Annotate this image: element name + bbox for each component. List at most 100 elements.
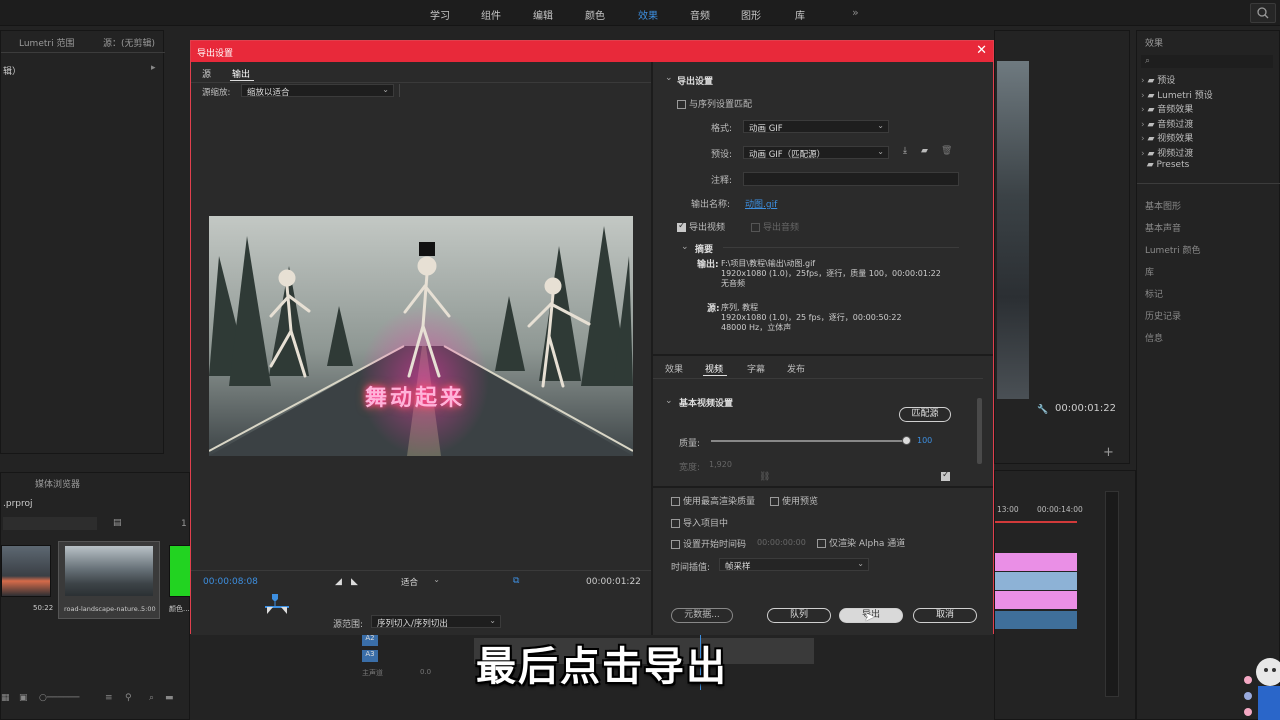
workspace-tab-effects[interactable]: 效果 bbox=[638, 7, 658, 22]
mouse-cursor-icon: ➤ bbox=[864, 610, 875, 625]
video-clip[interactable] bbox=[995, 553, 1077, 571]
source-scale-select[interactable]: 缩放以适合 ⌄ bbox=[241, 84, 394, 98]
aspect-toggle-icon[interactable]: ⧉ bbox=[513, 576, 519, 586]
set-in-point-icon[interactable]: ◢ bbox=[335, 577, 342, 587]
save-preset-icon[interactable]: ⤓ bbox=[903, 146, 907, 156]
automate-icon[interactable]: ⚲ bbox=[125, 693, 132, 703]
info-section[interactable]: 信息 bbox=[1145, 331, 1163, 344]
tab-source[interactable]: 源 bbox=[202, 67, 211, 80]
workspace-tab-color[interactable]: 颜色 bbox=[585, 7, 605, 22]
history-section[interactable]: 历史记录 bbox=[1145, 309, 1181, 322]
cancel-button[interactable]: 取消 bbox=[913, 608, 977, 623]
fit-select[interactable]: 适合 ⌄ bbox=[396, 575, 444, 588]
lumetri-scopes-tab[interactable]: Lumetri 范围 bbox=[19, 36, 74, 49]
start-timecode-value: 00:00:00:00 bbox=[757, 538, 806, 547]
export-video-checkbox[interactable]: 导出视频 bbox=[677, 220, 725, 233]
queue-button[interactable]: 队列 bbox=[767, 608, 831, 623]
video-collapse-icon[interactable]: ⌄ bbox=[665, 396, 673, 406]
workspace-tab-assembly[interactable]: 组件 bbox=[481, 7, 501, 22]
time-interpolation-select[interactable]: 帧采样 ⌄ bbox=[719, 558, 869, 572]
max-render-quality-checkbox[interactable]: 使用最高渲染质量 bbox=[671, 494, 755, 507]
settings-scrollbar[interactable] bbox=[977, 398, 982, 464]
track-a3-label[interactable]: A3 bbox=[362, 650, 378, 662]
media-browser-tab[interactable]: 媒体浏览器 bbox=[35, 477, 80, 490]
divider bbox=[399, 84, 400, 97]
end-timecode: 00:00:01:22 bbox=[586, 577, 641, 587]
search-icon[interactable]: ⌕ bbox=[149, 693, 154, 703]
dialog-titlebar: 导出设置 ✕ bbox=[191, 41, 993, 62]
workspace-tab-learn[interactable]: 学习 bbox=[430, 7, 450, 22]
essential-sound-section[interactable]: 基本声音 bbox=[1145, 221, 1181, 234]
match-sequence-checkbox[interactable]: 与序列设置匹配 bbox=[677, 97, 752, 110]
format-select[interactable]: 动画 GIF ⌄ bbox=[743, 120, 889, 134]
match-source-button[interactable]: 匹配源 bbox=[899, 407, 951, 422]
tab-captions[interactable]: 字幕 bbox=[747, 362, 765, 375]
color-matte-thumbnail[interactable] bbox=[169, 545, 191, 597]
effects-search-input[interactable]: ⌕ bbox=[1141, 55, 1273, 68]
tab-publish[interactable]: 发布 bbox=[787, 362, 805, 375]
wrench-icon[interactable]: 🔧 bbox=[1037, 405, 1048, 415]
new-bin-icon[interactable]: ▬ bbox=[165, 693, 174, 703]
markers-section[interactable]: 标记 bbox=[1145, 287, 1163, 300]
more-workspaces-icon[interactable]: » bbox=[852, 6, 859, 19]
tab-video[interactable]: 视频 bbox=[705, 362, 723, 375]
use-previews-checkbox[interactable]: 使用预览 bbox=[770, 494, 818, 507]
tree-item-presets[interactable]: › ▰ 预设 bbox=[1141, 73, 1275, 88]
libraries-section[interactable]: 库 bbox=[1145, 265, 1154, 278]
import-into-project-checkbox[interactable]: 导入项目中 bbox=[671, 516, 728, 529]
video-clip[interactable] bbox=[995, 591, 1077, 609]
output-name-link[interactable]: 动图.gif bbox=[745, 197, 777, 210]
tree-item-user-presets[interactable]: ▰ Presets bbox=[1141, 160, 1275, 175]
project-search-input[interactable] bbox=[3, 517, 97, 530]
summary-collapse-icon[interactable]: ⌄ bbox=[681, 242, 689, 252]
source-range-select[interactable]: 序列切入/序列切出 ⌄ bbox=[371, 615, 501, 629]
width-override-checkbox[interactable] bbox=[941, 470, 953, 482]
tree-item-lumetri-presets[interactable]: › ▰ Lumetri 预设 bbox=[1141, 88, 1275, 103]
tree-item-audio-effects[interactable]: › ▰ 音频效果 bbox=[1141, 102, 1275, 117]
clip-thumbnail[interactable] bbox=[1, 545, 51, 597]
work-area-bar[interactable] bbox=[995, 521, 1077, 523]
search-icon[interactable] bbox=[1250, 3, 1276, 23]
workspace-tab-graphics[interactable]: 图形 bbox=[741, 7, 761, 22]
list-view-icon[interactable]: ▦ bbox=[1, 693, 10, 703]
preset-select[interactable]: 动画 GIF（匹配源） ⌄ bbox=[743, 146, 889, 160]
metadata-button[interactable]: 元数据... bbox=[671, 608, 733, 623]
tab-effects[interactable]: 效果 bbox=[665, 362, 683, 375]
quality-value[interactable]: 100 bbox=[917, 436, 932, 445]
collapse-arrow-icon[interactable]: ⌄ bbox=[665, 73, 673, 83]
audio-clip[interactable] bbox=[995, 611, 1077, 629]
export-audio-checkbox[interactable]: 导出音频 bbox=[751, 220, 799, 233]
selected-clip-item[interactable]: road-landscape-nature... 5:00 bbox=[58, 541, 160, 619]
master-volume-value[interactable]: 0.0 bbox=[420, 668, 431, 676]
track-a2-label[interactable]: A2 bbox=[362, 634, 378, 646]
essential-graphics-section[interactable]: 基本图形 bbox=[1145, 199, 1181, 212]
workspace-tab-editing[interactable]: 编辑 bbox=[533, 7, 553, 22]
folder-icon[interactable]: ▤ bbox=[113, 518, 122, 528]
add-button-icon[interactable]: + bbox=[1103, 445, 1114, 460]
sort-icon[interactable]: ≡ bbox=[105, 693, 113, 703]
tree-item-audio-transitions[interactable]: › ▰ 音频过渡 bbox=[1141, 117, 1275, 132]
tree-item-video-effects[interactable]: › ▰ 视频效果 bbox=[1141, 131, 1275, 146]
workspace-tab-audio[interactable]: 音频 bbox=[690, 7, 710, 22]
video-clip[interactable] bbox=[995, 572, 1077, 590]
current-timecode[interactable]: 00:00:08:08 bbox=[203, 577, 258, 587]
set-out-point-icon[interactable]: ◣ bbox=[351, 577, 358, 587]
link-dimensions-icon[interactable]: ⛓ bbox=[759, 472, 770, 482]
import-preset-icon[interactable]: ▰ bbox=[921, 146, 928, 156]
tree-item-video-transitions[interactable]: › ▰ 视频过渡 bbox=[1141, 146, 1275, 161]
delete-preset-icon[interactable]: 🗑 bbox=[941, 146, 952, 156]
timeline-scrubber[interactable] bbox=[265, 594, 289, 616]
tab-output[interactable]: 输出 bbox=[232, 67, 250, 80]
icon-view-icon[interactable]: ▣ bbox=[19, 693, 28, 703]
quality-slider-knob[interactable] bbox=[902, 436, 911, 445]
set-start-timecode-checkbox[interactable]: 设置开始时间码 bbox=[671, 537, 746, 550]
comments-input[interactable] bbox=[743, 172, 959, 186]
close-icon[interactable]: ✕ bbox=[976, 43, 987, 58]
quality-slider[interactable] bbox=[711, 436, 911, 445]
lumetri-color-section[interactable]: Lumetri 颜色 bbox=[1145, 243, 1200, 256]
expand-arrow-icon[interactable]: ▸ bbox=[151, 63, 156, 73]
render-alpha-checkbox[interactable]: 仅渲染 Alpha 通道 bbox=[817, 536, 905, 549]
source-tab[interactable]: 源：(无剪辑) bbox=[103, 36, 155, 49]
workspace-tab-libraries[interactable]: 库 bbox=[795, 7, 805, 22]
zoom-slider[interactable]: ○────── bbox=[39, 693, 79, 703]
